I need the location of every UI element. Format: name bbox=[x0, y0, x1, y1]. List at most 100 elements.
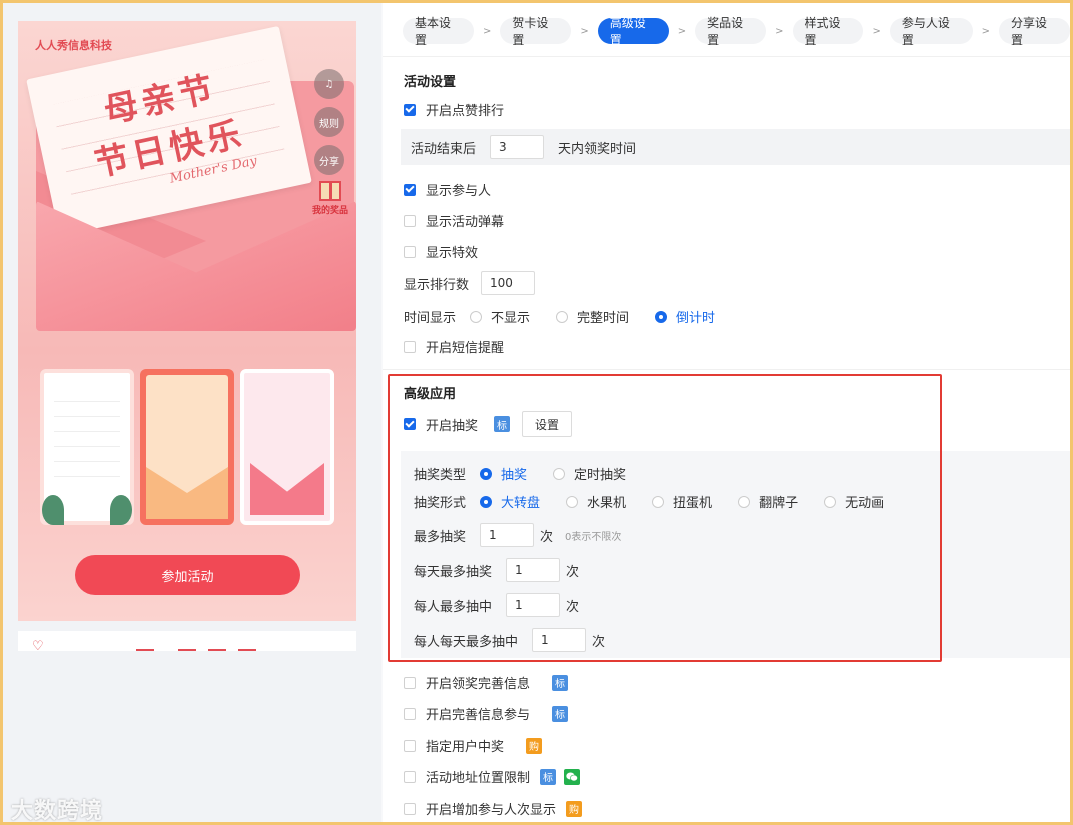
end-days-input[interactable]: 3 bbox=[490, 135, 545, 159]
more-option-row[interactable]: 开启完善信息参与 标 bbox=[404, 704, 569, 723]
time-option-none-radio[interactable] bbox=[470, 310, 483, 323]
time-option-countdown-label: 倒计时 bbox=[676, 311, 716, 326]
standard-tag-badge: 标 bbox=[552, 705, 569, 722]
heart-icon: ♡ bbox=[32, 639, 44, 651]
more-option-checkbox[interactable] bbox=[404, 739, 416, 752]
share-button[interactable]: 分享 bbox=[314, 145, 344, 175]
per-person-win-row: 每人最多抽中 1 次 bbox=[414, 593, 579, 617]
per-person-daily-win-label: 每人每天最多抽中 bbox=[414, 634, 519, 650]
like-rank-row[interactable]: 开启点赞排行 bbox=[404, 100, 504, 119]
time-display-row: 时间显示 不显示 完整时间 倒计时 bbox=[404, 307, 741, 326]
chevron-right-icon: > bbox=[775, 25, 784, 37]
join-activity-button[interactable]: 参加活动 bbox=[75, 555, 300, 595]
more-option-row[interactable]: 活动地址位置限制 标 bbox=[404, 767, 581, 786]
unit-label: 次 bbox=[592, 634, 606, 650]
per-person-win-input[interactable]: 1 bbox=[506, 593, 561, 617]
more-option-label: 活动地址位置限制 bbox=[426, 771, 531, 786]
daily-draw-label: 每天最多抽奖 bbox=[414, 564, 493, 580]
max-draw-input[interactable]: 1 bbox=[480, 523, 535, 547]
more-option-checkbox[interactable] bbox=[404, 770, 416, 783]
sms-row[interactable]: 开启短信提醒 bbox=[404, 337, 504, 356]
card-template-3[interactable] bbox=[240, 369, 334, 525]
purchase-tag-badge: 购 bbox=[526, 737, 543, 754]
per-person-daily-win-input[interactable]: 1 bbox=[532, 628, 587, 652]
time-option-none-label: 不显示 bbox=[491, 311, 531, 326]
step-prize[interactable]: 奖品设置 bbox=[695, 16, 767, 47]
show-effects-checkbox[interactable] bbox=[404, 245, 416, 258]
like-rank-checkbox[interactable] bbox=[404, 103, 416, 116]
type-timed-radio[interactable] bbox=[553, 467, 566, 480]
rank-count-input[interactable]: 100 bbox=[481, 271, 536, 295]
step-advanced[interactable]: 高级设置 bbox=[597, 16, 669, 47]
unit-label: 次 bbox=[566, 599, 580, 615]
max-draw-hint: 0表示不限次 bbox=[565, 531, 622, 543]
step-basic[interactable]: 基本设置 bbox=[403, 16, 474, 47]
my-prize-label: 我的奖品 bbox=[312, 206, 349, 216]
end-prefix-label: 活动结束后 bbox=[411, 141, 477, 157]
more-option-checkbox[interactable] bbox=[404, 676, 416, 689]
show-participants-checkbox[interactable] bbox=[404, 183, 416, 196]
form-fruit-label: 水果机 bbox=[587, 496, 627, 511]
type-lottery-radio[interactable] bbox=[480, 467, 493, 480]
card-template-2[interactable] bbox=[140, 369, 234, 525]
my-prize-button[interactable]: 我的奖品 bbox=[312, 181, 348, 216]
end-suffix-label: 天内领奖时间 bbox=[558, 141, 637, 157]
time-option-countdown-radio[interactable] bbox=[655, 310, 668, 323]
form-flip-label: 翻牌子 bbox=[759, 496, 799, 511]
step-navigation: 基本设置 > 贺卡设置 > 高级设置 > 奖品设置 > 样式设置 > 参与人设置 > 分享设… bbox=[403, 16, 1070, 47]
rank-count-row: 显示排行数 100 bbox=[404, 271, 536, 295]
step-style[interactable]: 样式设置 bbox=[792, 16, 864, 47]
unit-label: 次 bbox=[540, 529, 554, 545]
max-draw-label: 最多抽奖 bbox=[414, 529, 467, 545]
wechat-icon bbox=[564, 768, 581, 785]
lottery-settings-button[interactable]: 设置 bbox=[522, 411, 573, 437]
more-option-checkbox[interactable] bbox=[404, 707, 416, 720]
card-template-1[interactable] bbox=[40, 369, 134, 525]
more-option-row[interactable]: 指定用户中奖 购 bbox=[404, 736, 543, 755]
chevron-right-icon: > bbox=[981, 25, 990, 37]
preview-panel: 母亲节 节日快乐 Mother's Day 人人秀信息科技 ♫ 规则 分享 我的… bbox=[3, 3, 381, 824]
leaf-decoration bbox=[110, 495, 132, 525]
rules-button[interactable]: 规则 bbox=[314, 107, 344, 137]
settings-panel: 基本设置 > 贺卡设置 > 高级设置 > 奖品设置 > 样式设置 > 参与人设置 > 分享设… bbox=[383, 3, 1070, 822]
chevron-right-icon: > bbox=[580, 25, 589, 37]
form-none-radio[interactable] bbox=[824, 495, 837, 508]
sms-checkbox[interactable] bbox=[404, 340, 416, 353]
purchase-tag-badge: 购 bbox=[566, 800, 583, 817]
show-danmaku-row[interactable]: 显示活动弹幕 bbox=[404, 211, 504, 230]
more-option-label: 指定用户中奖 bbox=[426, 740, 505, 755]
time-option-full-label: 完整时间 bbox=[577, 311, 630, 326]
music-icon[interactable]: ♫ bbox=[314, 69, 344, 99]
more-option-label: 开启增加参与人次显示 bbox=[426, 803, 557, 818]
lottery-checkbox[interactable] bbox=[404, 418, 416, 430]
lottery-form-row: 抽奖形式 大转盘 水果机 扭蛋机 翻牌子 无动画 bbox=[414, 492, 910, 511]
form-wheel-radio[interactable] bbox=[480, 495, 493, 508]
per-person-daily-win-row: 每人每天最多抽中 1 次 bbox=[414, 628, 605, 652]
chevron-right-icon: > bbox=[872, 25, 881, 37]
form-flip-radio[interactable] bbox=[738, 495, 751, 508]
show-participants-row[interactable]: 显示参与人 bbox=[404, 180, 491, 199]
type-timed-label: 定时抽奖 bbox=[574, 468, 627, 483]
form-none-label: 无动画 bbox=[845, 496, 885, 511]
watermark: 大数跨境 bbox=[11, 799, 104, 824]
show-effects-row[interactable]: 显示特效 bbox=[404, 242, 478, 261]
more-option-row[interactable]: 开启领奖完善信息 标 bbox=[404, 673, 569, 692]
activity-section-title: 活动设置 bbox=[404, 75, 457, 90]
form-capsule-radio[interactable] bbox=[652, 495, 665, 508]
time-option-full-radio[interactable] bbox=[556, 310, 569, 323]
unit-label: 次 bbox=[566, 564, 580, 580]
step-participants[interactable]: 参与人设置 bbox=[889, 16, 973, 47]
show-danmaku-checkbox[interactable] bbox=[404, 214, 416, 227]
daily-draw-row: 每天最多抽奖 1 次 bbox=[414, 558, 579, 582]
show-participants-label: 显示参与人 bbox=[426, 184, 492, 199]
step-share[interactable]: 分享设置 bbox=[999, 16, 1070, 47]
step-card[interactable]: 贺卡设置 bbox=[500, 16, 572, 47]
gift-icon bbox=[319, 181, 341, 201]
more-option-label: 开启完善信息参与 bbox=[426, 708, 531, 723]
more-option-checkbox[interactable] bbox=[404, 802, 416, 815]
more-option-row[interactable]: 开启增加参与人次显示 购 bbox=[404, 799, 583, 818]
form-wheel-label: 大转盘 bbox=[501, 496, 541, 511]
type-lottery-label: 抽奖 bbox=[501, 468, 528, 483]
form-fruit-radio[interactable] bbox=[566, 495, 579, 508]
daily-draw-input[interactable]: 1 bbox=[506, 558, 561, 582]
